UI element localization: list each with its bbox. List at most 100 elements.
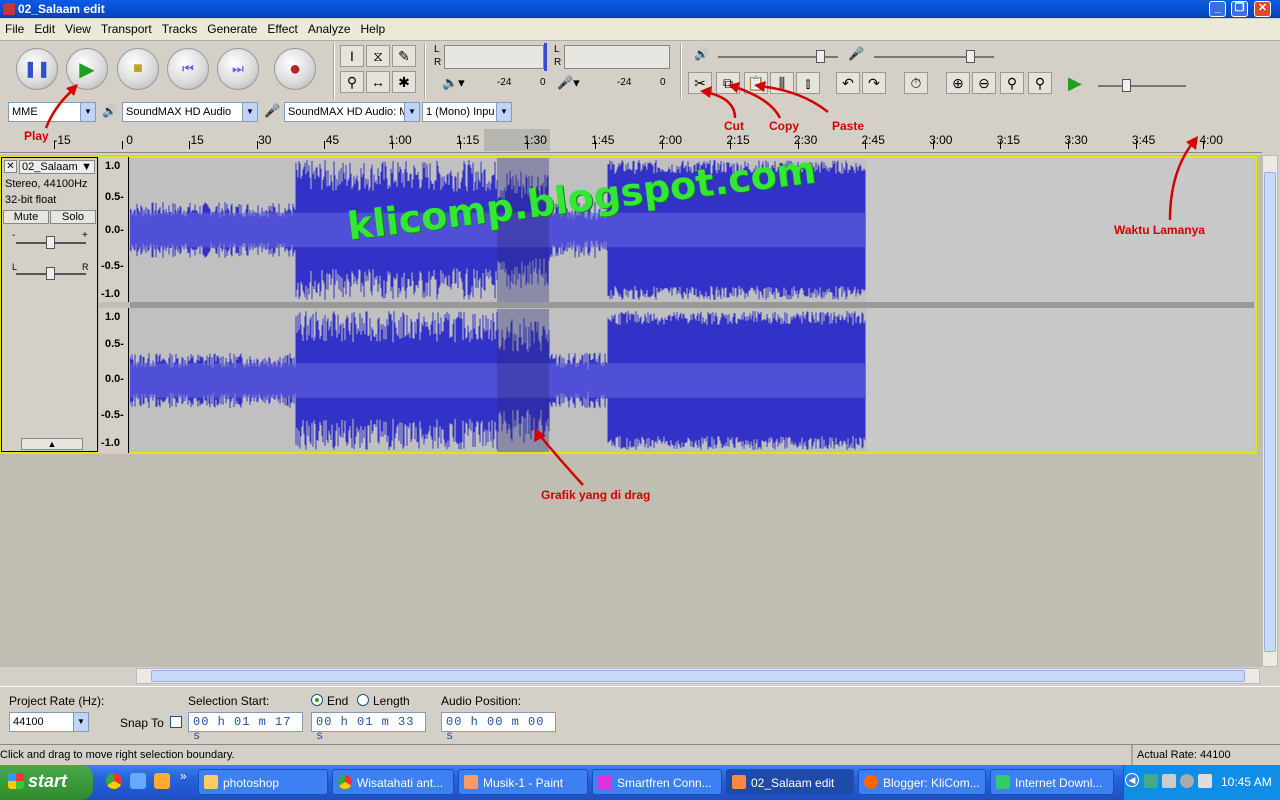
redo-button[interactable]: ↷ [862,72,886,94]
selection-start-field[interactable]: 00 h 01 m 17 s [188,712,303,743]
selection-end-field[interactable]: 00 h 01 m 33 s [311,712,426,743]
silence-icon: ⫾ [805,75,811,91]
horizontal-scrollbar[interactable] [136,668,1260,684]
timeline-ruler[interactable]: -15 0 15 30 45 1:00 1:15 1:30 1:45 2:00 2:15 2:30 2:… [0,127,1262,153]
silence-button[interactable]: ⫾ [796,72,820,94]
chrome-quicklaunch-icon[interactable] [106,773,122,789]
db-mark: 0 [540,77,546,88]
paste-button[interactable]: 📋 [744,72,768,94]
menu-file[interactable]: File [0,19,29,36]
output-device-select[interactable]: SoundMAX HD Audio ▼ [122,102,258,122]
project-rate-select[interactable]: 44100 ▼ [9,712,89,732]
pause-button[interactable]: ❚❚ [16,48,58,90]
menu-analyze[interactable]: Analyze [303,19,356,36]
task-wisatahati[interactable]: Wisatahati ant... [332,769,454,795]
skip-start-button[interactable]: ⏮ [167,48,209,90]
record-volume-slider[interactable] [874,50,994,63]
app-quicklaunch-icon[interactable] [154,773,170,789]
fit-selection-button[interactable]: ⚲ [1000,72,1024,94]
selected-region-top[interactable] [497,158,549,302]
usb-icon[interactable] [1198,774,1212,788]
output-meter[interactable] [444,45,544,69]
end-radio[interactable] [311,694,323,706]
close-button[interactable]: ✕ [1254,1,1271,17]
playback-volume-slider[interactable] [718,50,838,63]
play-speed-slider[interactable] [1098,79,1186,92]
cut-button[interactable]: ✂ [688,72,712,94]
slider-thumb[interactable] [46,267,55,280]
ruler-tick-label: 1:45 [591,133,615,147]
menu-generate[interactable]: Generate [202,19,262,36]
project-rate-label: Project Rate (Hz): [9,694,105,708]
maximize-button[interactable]: ❐ [1231,1,1248,17]
host-select[interactable]: MME ▼ [8,102,96,122]
vertical-scroll-thumb[interactable] [1264,172,1276,652]
play-at-speed-icon[interactable]: ▶ [1068,73,1082,94]
play-button[interactable]: ▶ [66,48,108,90]
stop-button[interactable]: ■ [117,48,159,90]
trim-button[interactable]: ⫼ [770,72,794,94]
track-close-icon[interactable]: ✕ [4,160,17,173]
length-radio[interactable] [357,694,369,706]
zoom-out-button[interactable]: ⊖ [972,72,996,94]
start-button[interactable]: start [0,765,93,800]
envelope-tool[interactable]: ⧖ [366,45,390,67]
draw-tool[interactable]: ✎ [392,45,416,67]
monitor-icon[interactable] [1162,774,1176,788]
horizontal-scroll-thumb[interactable] [151,670,1245,682]
ruler-tick-label: 1:00 [388,133,412,147]
multi-tool[interactable]: ✱ [392,71,416,93]
collapse-track-button[interactable]: ▲ [21,438,83,450]
volume-tray-icon[interactable] [1180,774,1194,788]
slider-thumb[interactable] [46,236,55,249]
slider-thumb[interactable] [966,50,975,63]
zoom-in-button[interactable]: ⊕ [946,72,970,94]
slider-thumb[interactable] [1122,79,1131,92]
pan-right-label: R [82,262,89,272]
task-photoshop[interactable]: photoshop [198,769,328,795]
track-control-panel[interactable]: ✕ 02_Salaam ▼ Stereo, 44100Hz 32-bit floa… [1,157,98,452]
track-name-menu[interactable]: 02_Salaam ▼ [19,160,95,174]
task-blogger[interactable]: Blogger: KliCom... [858,769,986,795]
menu-effect[interactable]: Effect [262,19,302,36]
menu-view[interactable]: View [60,19,96,36]
undo-button[interactable]: ↶ [836,72,860,94]
network-icon[interactable] [1144,774,1158,788]
gain-slider[interactable] [16,236,86,249]
task-smartfren[interactable]: Smartfren Conn... [592,769,722,795]
menu-help[interactable]: Help [356,19,391,36]
pan-slider[interactable] [16,267,86,280]
input-device-select[interactable]: SoundMAX HD Audio: M ▼ [284,102,420,122]
mute-button[interactable]: Mute [3,210,49,224]
snap-to-checkbox[interactable] [170,716,182,728]
speaker-icon[interactable]: 🔈▾ [442,75,465,91]
menu-transport[interactable]: Transport [96,19,157,36]
minimize-button[interactable]: _ [1209,1,1226,17]
vertical-scrollbar[interactable] [1262,155,1278,667]
slider-thumb[interactable] [816,50,825,63]
timeshift-tool[interactable]: ↔ [366,71,390,93]
task-paint[interactable]: Musik-1 - Paint [458,769,588,795]
selection-tool[interactable]: I [340,45,364,67]
quicklaunch-more-icon[interactable]: » [180,769,187,783]
menu-tracks[interactable]: Tracks [157,19,203,36]
tray-expand-icon[interactable]: ◀ [1125,773,1139,787]
microphone-icon[interactable]: 🎤▾ [557,75,580,91]
selected-region-bottom[interactable] [497,309,549,452]
record-button[interactable]: ● [274,48,316,90]
solo-button[interactable]: Solo [50,210,96,224]
channels-select[interactable]: 1 (Mono) Inpu ▼ [422,102,512,122]
audio-position-field[interactable]: 00 h 00 m 00 s [441,712,556,743]
fit-project-button[interactable]: ⚲ [1028,72,1052,94]
track-bit-depth: 32-bit float [5,194,57,206]
task-audacity[interactable]: 02_Salaam edit [726,769,854,795]
sync-lock-button[interactable]: ⏱ [904,72,928,94]
skip-end-button[interactable]: ⏭ [217,48,259,90]
zoom-tool[interactable]: ⚲ [340,71,364,93]
copy-button[interactable]: ⧉ [716,72,740,94]
task-internet-download[interactable]: Internet Downl... [990,769,1114,795]
ie-quicklaunch-icon[interactable] [130,773,146,789]
menu-edit[interactable]: Edit [29,19,60,36]
input-meter[interactable] [564,45,670,69]
y-label: 0.5- [105,338,124,350]
